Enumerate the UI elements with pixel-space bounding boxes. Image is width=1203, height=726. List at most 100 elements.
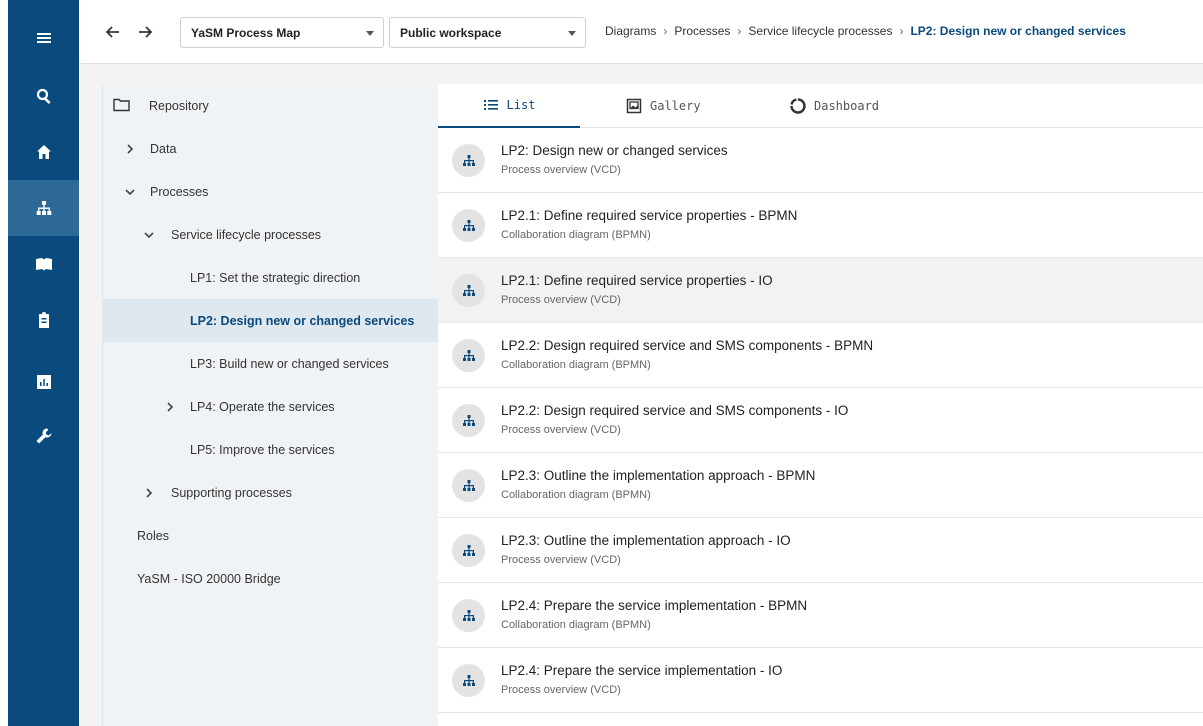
diagram-icon-badge	[452, 209, 485, 242]
tree-item-lp4[interactable]: LP4: Operate the services	[103, 385, 439, 428]
list-item-title: LP2.3: Outline the implementation approa…	[501, 468, 816, 483]
reports-button[interactable]	[8, 354, 79, 410]
tree-label: YaSM - ISO 20000 Bridge	[137, 571, 281, 586]
book-icon	[35, 258, 52, 271]
tree-item-processes[interactable]: Processes	[103, 170, 439, 213]
list-item-title: LP2.2: Design required service and SMS c…	[501, 403, 849, 418]
tree-item-supporting-processes[interactable]: Supporting processes	[103, 471, 439, 514]
breadcrumb-service-lifecycle[interactable]: Service lifecycle processes	[748, 24, 892, 38]
list-item-subtitle: Collaboration diagram (BPMN)	[501, 619, 651, 631]
menu-icon	[36, 33, 51, 43]
sitemap-icon	[462, 414, 475, 426]
list-item-title: LP2.1: Define required service propertie…	[501, 273, 773, 288]
list-item-subtitle: Process overview (VCD)	[501, 294, 621, 306]
tab-list[interactable]: List	[438, 84, 580, 128]
home-button[interactable]	[8, 124, 79, 180]
tree-item-lp1[interactable]: LP1: Set the strategic direction	[103, 256, 439, 299]
breadcrumb-processes[interactable]: Processes	[674, 24, 730, 38]
diagram-list-panel: List Gallery Dashboard LP2: Design new o…	[438, 84, 1203, 726]
list-item-subtitle: Process overview (VCD)	[501, 164, 621, 176]
tab-gallery[interactable]: Gallery	[626, 84, 701, 128]
list-item-subtitle: Collaboration diagram (BPMN)	[501, 229, 651, 241]
diagram-icon-badge	[452, 599, 485, 632]
sitemap-icon	[462, 219, 475, 231]
diagram-icon-badge	[452, 339, 485, 372]
list-item[interactable]: LP2.2: Design required service and SMS c…	[438, 388, 1203, 453]
tree-label: Roles	[137, 528, 169, 543]
list-item-subtitle: Process overview (VCD)	[501, 554, 621, 566]
list-item-subtitle: Process overview (VCD)	[501, 424, 621, 436]
gallery-icon	[626, 98, 642, 114]
docs-button[interactable]	[8, 236, 79, 292]
breadcrumb-diagrams[interactable]: Diagrams	[605, 24, 656, 38]
tree-item-service-lifecycle[interactable]: Service lifecycle processes	[103, 213, 439, 256]
list-item[interactable]: LP2.1: Define required service propertie…	[438, 193, 1203, 258]
chevron-down-icon	[568, 31, 576, 36]
chevron-down-icon[interactable]	[143, 229, 155, 241]
tools-button[interactable]	[8, 408, 79, 464]
tree-item-lp3[interactable]: LP3: Build new or changed services	[103, 342, 439, 385]
list-item[interactable]: LP2: Design new or changed services Proc…	[438, 128, 1203, 193]
wrench-icon	[36, 428, 51, 444]
menu-button[interactable]	[8, 10, 79, 66]
tree-item-lp5[interactable]: LP5: Improve the services	[103, 428, 439, 471]
list-item[interactable]: LP2.4: Prepare the service implementatio…	[438, 648, 1203, 713]
list-item-title: LP2.3: Outline the implementation approa…	[501, 533, 791, 548]
tree-label: Data	[150, 141, 177, 156]
tree-root-repository[interactable]: Repository	[103, 84, 439, 127]
home-icon	[36, 145, 51, 159]
list-item-subtitle: Collaboration diagram (BPMN)	[501, 489, 651, 501]
tab-dashboard[interactable]: Dashboard	[790, 84, 879, 128]
list-icon	[483, 100, 498, 110]
diagram-icon-badge	[452, 664, 485, 697]
chevron-right-icon[interactable]	[164, 401, 176, 413]
chevron-right-icon[interactable]	[143, 487, 155, 499]
list-item-title: LP2.2: Design required service and SMS c…	[501, 338, 874, 353]
chevron-down-icon	[366, 31, 374, 36]
folder-icon	[113, 98, 130, 112]
tasks-button[interactable]	[8, 292, 79, 348]
sitemap-icon	[462, 479, 475, 491]
tree-label: LP4: Operate the services	[190, 399, 335, 414]
tree-label: LP2: Design new or changed services	[190, 313, 415, 328]
tab-label: List	[506, 98, 536, 112]
tree-item-roles[interactable]: Roles	[103, 514, 439, 557]
workspace-select-value: Public workspace	[400, 25, 502, 40]
view-tabs: List Gallery Dashboard	[438, 84, 1203, 128]
sitemap-icon	[462, 674, 475, 686]
list-item[interactable]: LP2.2: Design required service and SMS c…	[438, 323, 1203, 388]
chevron-right-icon[interactable]	[124, 143, 136, 155]
list-item-subtitle: Collaboration diagram (BPMN)	[501, 359, 651, 371]
tree-item-data[interactable]: Data	[103, 127, 439, 170]
sitemap-icon	[462, 154, 475, 166]
list-item[interactable]: LP2.4: Prepare the service implementatio…	[438, 583, 1203, 648]
sitemap-icon	[462, 609, 475, 621]
search-button[interactable]	[8, 68, 79, 124]
list-item-title: LP2.1: Define required service propertie…	[501, 208, 798, 223]
process-map-select[interactable]: YaSM Process Map	[180, 17, 384, 48]
list-item[interactable]: LP2.1: Define required service propertie…	[438, 258, 1203, 323]
breadcrumb-separator: ›	[663, 24, 668, 38]
tree-label: LP1: Set the strategic direction	[190, 270, 361, 285]
process-map-select-value: YaSM Process Map	[191, 25, 301, 40]
workspace-select[interactable]: Public workspace	[389, 17, 586, 48]
repository-tree: Repository Data Processes Service lifecy…	[102, 84, 439, 726]
clipboard-icon	[38, 312, 49, 328]
list-item[interactable]: LP2.3: Outline the implementation approa…	[438, 518, 1203, 583]
tree-item-lp2[interactable]: LP2: Design new or changed services	[103, 299, 439, 342]
diagram-icon-badge	[452, 469, 485, 502]
diagram-icon-badge	[452, 144, 485, 177]
list-item[interactable]: LP2.3: Outline the implementation approa…	[438, 453, 1203, 518]
tree-item-iso-bridge[interactable]: YaSM - ISO 20000 Bridge	[103, 557, 439, 600]
chevron-down-icon[interactable]	[124, 186, 136, 198]
back-button[interactable]	[103, 22, 123, 42]
diagram-icon-badge	[452, 534, 485, 567]
arrow-left-icon	[105, 26, 119, 38]
breadcrumb-current: LP2: Design new or changed services	[910, 24, 1126, 38]
diagram-icon-badge	[452, 404, 485, 437]
top-bar: YaSM Process Map Public workspace Diagra…	[79, 0, 1203, 64]
breadcrumb: Diagrams › Processes › Service lifecycle…	[605, 24, 1126, 38]
diagrams-button[interactable]	[8, 180, 79, 236]
tree-label: Supporting processes	[171, 485, 292, 500]
forward-button[interactable]	[135, 22, 155, 42]
